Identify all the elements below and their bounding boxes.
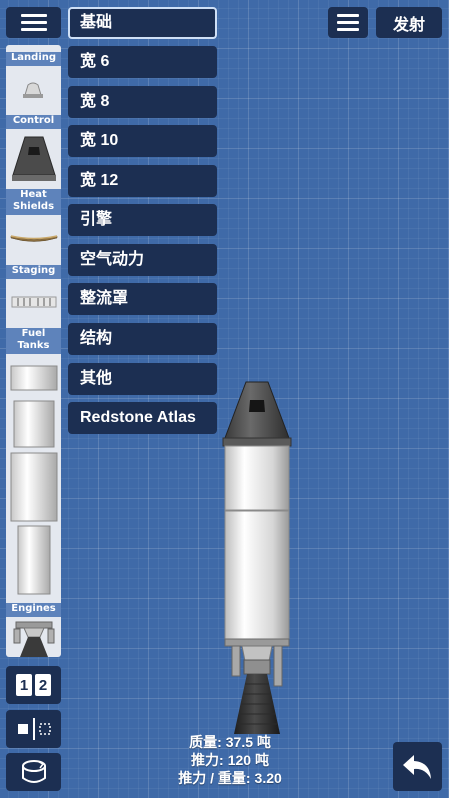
main-menu-button[interactable] xyxy=(6,7,61,38)
rocket-stats: 质量: 37.5 吨 推力: 120 吨 推力 / 重量: 3.20 xyxy=(150,733,310,787)
rocket-build[interactable] xyxy=(220,380,296,736)
menu-item-engines[interactable]: 引擎 xyxy=(68,204,217,236)
category-engines[interactable]: Engines xyxy=(6,603,61,617)
undo-icon xyxy=(402,754,431,779)
capsule-part[interactable] xyxy=(11,135,57,183)
thrust-weight-value: 3.20 xyxy=(254,770,282,786)
stage-toggle-button[interactable]: 1 2 xyxy=(6,666,61,704)
menu-item-width-6[interactable]: 宽 6 xyxy=(68,46,217,78)
fuel-tank-large-part[interactable] xyxy=(10,452,58,522)
fuel-tank-upper xyxy=(224,445,290,511)
fuel-tank-lower xyxy=(224,510,290,640)
category-staging[interactable]: Staging xyxy=(6,265,61,279)
menu-icon xyxy=(337,14,359,31)
fuel-tank-medium-part[interactable] xyxy=(13,400,55,448)
heat-shield-part[interactable] xyxy=(10,233,58,243)
category-fuel-tanks[interactable]: Fuel Tanks xyxy=(6,328,61,354)
symmetry-button[interactable] xyxy=(6,710,61,748)
thrust-value: 120 吨 xyxy=(227,752,269,768)
menu-item-redstone-atlas[interactable]: Redstone Atlas xyxy=(68,402,217,434)
thrust-weight-label: 推力 / 重量: xyxy=(178,770,251,786)
fuel-tank-small-part[interactable] xyxy=(10,365,58,391)
decoupler-part[interactable] xyxy=(10,295,58,309)
menu-item-width-12[interactable]: 宽 12 xyxy=(68,165,217,197)
symmetry-icon xyxy=(17,718,51,740)
undo-button[interactable] xyxy=(393,742,442,791)
stage-two-label: 2 xyxy=(35,674,51,696)
menu-item-fairings[interactable]: 整流罩 xyxy=(68,283,217,315)
parts-sidebar: Landing Control Heat Shields Staging Fue… xyxy=(6,45,61,657)
thrust-label: 推力: xyxy=(191,752,224,768)
category-heat-shields[interactable]: Heat Shields xyxy=(6,189,61,215)
options-menu-button[interactable] xyxy=(328,7,368,38)
rotate-icon xyxy=(21,760,46,783)
category-control[interactable]: Control xyxy=(6,115,61,129)
mass-value: 37.5 吨 xyxy=(225,734,271,750)
menu-item-width-10[interactable]: 宽 10 xyxy=(68,125,217,157)
rotate-button[interactable] xyxy=(6,753,61,791)
landing-leg-part[interactable] xyxy=(20,81,46,99)
engine-part[interactable] xyxy=(10,621,58,657)
menu-item-structure[interactable]: 结构 xyxy=(68,323,217,355)
fuel-tank-tall-part[interactable] xyxy=(17,525,51,595)
stage-one-label: 1 xyxy=(16,674,32,696)
menu-item-basic[interactable]: 基础 xyxy=(68,7,217,39)
category-landing[interactable]: Landing xyxy=(6,52,61,66)
menu-icon xyxy=(20,14,47,31)
menu-item-width-8[interactable]: 宽 8 xyxy=(68,86,217,118)
mass-label: 质量: xyxy=(189,734,222,750)
menu-item-aerodynamics[interactable]: 空气动力 xyxy=(68,244,217,276)
launch-button[interactable]: 发射 xyxy=(376,7,442,38)
menu-item-other[interactable]: 其他 xyxy=(68,363,217,395)
